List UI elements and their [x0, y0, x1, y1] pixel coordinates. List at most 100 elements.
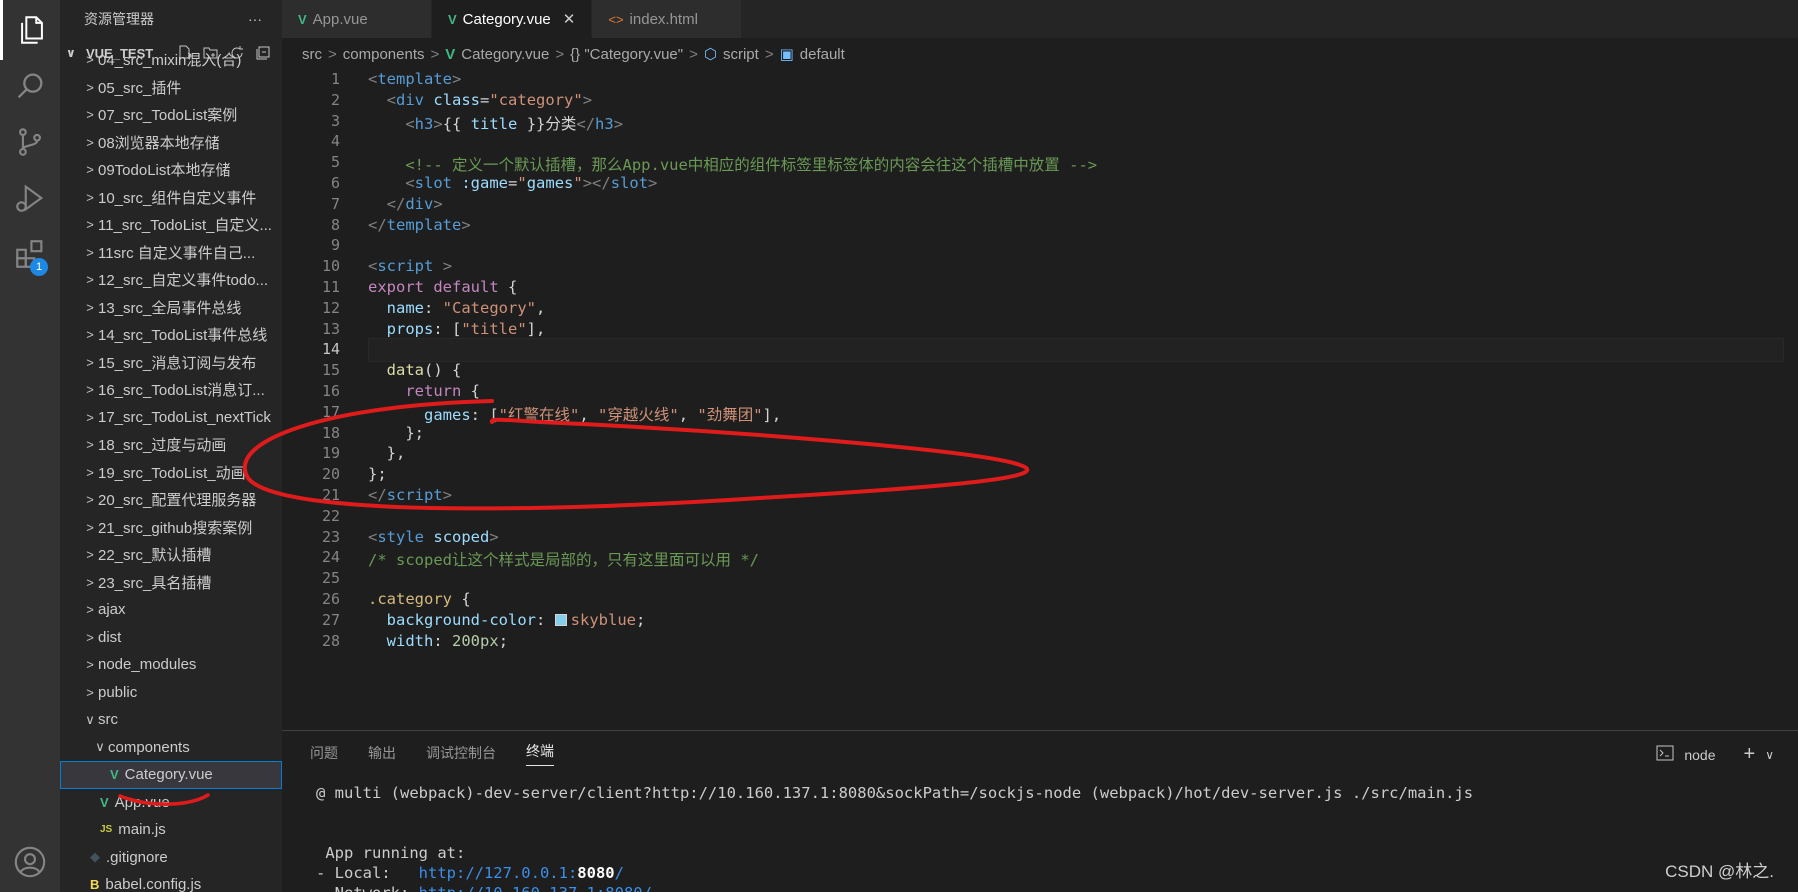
- tree-item[interactable]: >10_src_组件自定义事件: [60, 184, 282, 212]
- line-number: 2: [330, 90, 340, 109]
- tree-item[interactable]: >23_src_具名插槽: [60, 569, 282, 597]
- tree-item[interactable]: >19_src_TodoList_动画: [60, 459, 282, 487]
- panel-tab[interactable]: 终端: [526, 741, 554, 766]
- code-line[interactable]: };: [368, 465, 387, 483]
- chevron-down-icon[interactable]: ∨: [1765, 748, 1774, 762]
- tree-item[interactable]: >20_src_配置代理服务器: [60, 486, 282, 514]
- vue-file-icon: V: [100, 794, 109, 810]
- tree-item-label: 12_src_自定义事件todo...: [98, 272, 269, 290]
- panel-tab[interactable]: 输出: [368, 743, 396, 763]
- code-line[interactable]: return {: [368, 382, 480, 400]
- tree-item[interactable]: ∨ components: [60, 734, 282, 762]
- tree-item[interactable]: >22_src_默认插槽: [60, 541, 282, 569]
- code-line[interactable]: };: [368, 424, 424, 442]
- breadcrumb-item[interactable]: default: [800, 46, 845, 63]
- tree-item[interactable]: >17_src_TodoList_nextTick: [60, 404, 282, 432]
- tree-item[interactable]: >13_src_全局事件总线: [60, 294, 282, 322]
- code-line[interactable]: games: ["红警在线", "穿越火线", "劲舞团"],: [368, 403, 781, 425]
- code-line[interactable]: <slot :game="games"></slot>: [368, 174, 657, 192]
- code-line[interactable]: /* scoped让这个样式是局部的，只有这里面可以用 */: [368, 548, 759, 570]
- tree-item[interactable]: ◆ .gitignore: [60, 844, 282, 872]
- tree-item[interactable]: > node_modules: [60, 651, 282, 679]
- tree-item[interactable]: ∨ src: [60, 706, 282, 734]
- field-icon: ▣: [779, 46, 794, 63]
- tab-index-html[interactable]: <> index.html: [592, 0, 743, 38]
- code-line[interactable]: <template>: [368, 70, 461, 88]
- code-line[interactable]: </template>: [368, 216, 471, 234]
- tree-item[interactable]: >14_src_TodoList事件总线: [60, 321, 282, 349]
- extensions-icon[interactable]: 1: [0, 224, 60, 284]
- code-line[interactable]: props: ["title"],: [368, 320, 546, 338]
- breadcrumb-item[interactable]: script: [723, 46, 759, 63]
- line-number: 22: [321, 506, 340, 525]
- code-line[interactable]: <style scoped>: [368, 528, 499, 546]
- code-line[interactable]: <h3>{{ title }}分类</h3>: [368, 112, 623, 134]
- code-line[interactable]: },: [368, 444, 406, 462]
- tree-item[interactable]: > public: [60, 679, 282, 707]
- tree-item[interactable]: >09TodoList本地存储: [60, 156, 282, 184]
- code-editor[interactable]: 1 <template> 2 <div class="category"> 3 <h3…: [282, 70, 1798, 730]
- tree-item[interactable]: > dist: [60, 624, 282, 652]
- chevron-right-icon: >: [86, 217, 94, 233]
- tree-item[interactable]: >15_src_消息订阅与发布: [60, 349, 282, 377]
- line-number: 23: [321, 527, 340, 546]
- tab-category-vue[interactable]: V Category.vue ✕: [432, 0, 593, 38]
- panel-tab[interactable]: 调试控制台: [426, 743, 496, 763]
- breadcrumb-item[interactable]: src: [302, 46, 322, 63]
- code-line[interactable]: .category {: [368, 590, 471, 608]
- chevron-right-icon: >: [555, 45, 565, 63]
- code-line[interactable]: name: "Category",: [368, 299, 546, 317]
- breadcrumb-item[interactable]: Category.vue: [461, 46, 549, 63]
- add-terminal-icon[interactable]: +: [1744, 743, 1756, 766]
- code-line[interactable]: </script>: [368, 486, 452, 504]
- search-icon[interactable]: [0, 56, 60, 116]
- tree-item[interactable]: >11src 自定义事件自己...: [60, 239, 282, 267]
- code-line[interactable]: background-color: skyblue;: [368, 611, 646, 629]
- chevron-right-icon: >: [86, 327, 94, 343]
- tree-item[interactable]: >08浏览器本地存储: [60, 129, 282, 157]
- line-number: 8: [330, 215, 340, 234]
- code-line[interactable]: export default {: [368, 278, 517, 296]
- code-line[interactable]: <!-- 定义一个默认插槽，那么App.vue中相应的组件标签里标签体的内容会往…: [368, 153, 1097, 175]
- account-icon[interactable]: [0, 832, 60, 892]
- vue-file-icon: V: [110, 767, 119, 783]
- breadcrumb-item[interactable]: components: [343, 46, 425, 63]
- more-actions-icon[interactable]: ···: [248, 11, 262, 27]
- tree-item[interactable]: > ajax: [60, 596, 282, 624]
- chevron-right-icon: >: [328, 45, 337, 63]
- tree-item-label: 11_src_TodoList_自定义...: [98, 217, 272, 235]
- tree-item[interactable]: >11_src_TodoList_自定义...: [60, 211, 282, 239]
- tree-item[interactable]: >21_src_github搜索案例: [60, 514, 282, 542]
- extensions-badge: 1: [30, 258, 48, 276]
- run-debug-icon[interactable]: [0, 168, 60, 228]
- tree-item[interactable]: >16_src_TodoList消息订...: [60, 376, 282, 404]
- explorer-icon[interactable]: [0, 0, 60, 60]
- line-number: 3: [330, 111, 340, 130]
- code-line[interactable]: data() {: [368, 361, 462, 379]
- tree-item[interactable]: >12_src_自定义事件todo...: [60, 266, 282, 294]
- tree-item[interactable]: V App.vue: [60, 789, 282, 817]
- tree-item[interactable]: V Category.vue: [60, 761, 282, 789]
- breadcrumb-item[interactable]: {} "Category.vue": [570, 46, 683, 63]
- code-line[interactable]: <div class="category">: [368, 91, 592, 109]
- panel-tab[interactable]: 问题: [310, 743, 338, 763]
- tree-item-label: 22_src_默认插槽: [98, 547, 212, 565]
- code-line[interactable]: <script >: [368, 257, 452, 275]
- tree-item-label: 05_src_插件: [98, 79, 182, 97]
- tree-item[interactable]: >07_src_TodoList案例: [60, 101, 282, 129]
- code-line[interactable]: </div>: [368, 195, 443, 213]
- tree-item[interactable]: >18_src_过度与动画: [60, 431, 282, 459]
- tree-item[interactable]: >05_src_插件: [60, 74, 282, 102]
- tree-item[interactable]: JS main.js: [60, 816, 282, 844]
- code-line[interactable]: width: 200px;: [368, 632, 508, 650]
- current-line-highlight: [368, 338, 1784, 363]
- line-number: 17: [321, 402, 340, 421]
- terminal-output[interactable]: @ multi (webpack)-dev-server/client?http…: [316, 783, 1473, 892]
- source-control-icon[interactable]: [0, 112, 60, 172]
- tab-app-vue[interactable]: V App.vue: [282, 0, 432, 38]
- tree-item[interactable]: Bbabel.config.js: [60, 871, 282, 892]
- terminal-name[interactable]: node: [1684, 747, 1715, 763]
- close-icon[interactable]: ✕: [563, 10, 576, 28]
- tree-item[interactable]: >04_src_mixin混入(合): [60, 46, 282, 74]
